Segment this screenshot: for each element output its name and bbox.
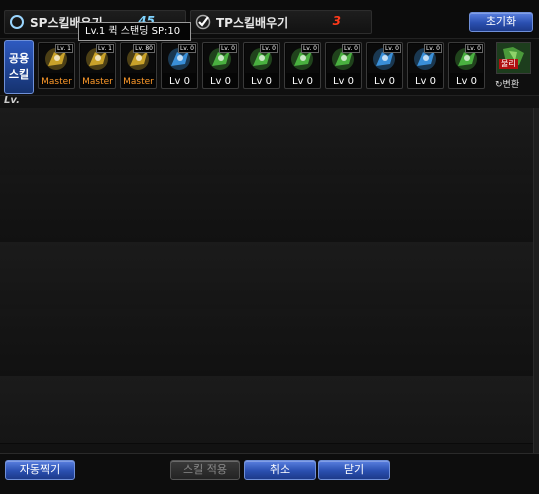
skill-level-text: Master: [82, 77, 113, 87]
skill-level-text: Lv 0: [209, 76, 232, 87]
skill-level-badge: Lv. 0: [382, 44, 401, 53]
skill-level-badge: Lv. 1: [95, 44, 114, 53]
skill-slot[interactable]: Lv. 0 Lv 0: [202, 42, 239, 89]
skill-level-text: Lv 0: [414, 76, 437, 87]
skill-row-band: [0, 242, 539, 310]
skill-slot[interactable]: Lv. 0 Lv 0: [325, 42, 362, 89]
convert-label: ↻변환: [495, 77, 532, 90]
common-skill-label: 공용 스킬: [4, 40, 34, 94]
skill-level-badge: Lv. 0: [423, 44, 442, 53]
skill-slot[interactable]: Lv. 0 Lv 0: [448, 42, 485, 89]
skill-level-badge: Lv. 80: [133, 44, 155, 53]
tp-points-count: 3: [332, 14, 341, 28]
skill-slot[interactable]: Lv. 0 Lv 0: [284, 42, 321, 89]
skill-level-text: Lv 0: [455, 76, 478, 87]
skill-level-badge: Lv. 0: [177, 44, 196, 53]
skill-level-text: Lv 0: [168, 76, 191, 87]
common-skill-label-line2: 스킬: [8, 68, 30, 81]
skill-slot[interactable]: Lv. 0 Lv 0: [243, 42, 280, 89]
level-header-label: Lv.: [4, 95, 20, 106]
skill-list-area: [0, 108, 539, 453]
tab-tp-skill-learn[interactable]: TP스킬배우기 3: [190, 10, 372, 34]
cancel-button[interactable]: 취소: [244, 460, 316, 480]
skill-row-band: [0, 175, 539, 243]
convert-arrow-icon: ↻: [495, 80, 503, 90]
physical-badge: 물리: [499, 59, 518, 69]
skill-level-text: Master: [41, 77, 72, 87]
close-button[interactable]: 닫기: [318, 460, 390, 480]
skill-level-badge: Lv. 0: [218, 44, 237, 53]
physical-convert-icon: [496, 42, 531, 74]
reset-button[interactable]: 초기화: [469, 12, 533, 32]
skill-slot[interactable]: Lv. 0 Lv 0: [407, 42, 444, 89]
convert-text: 변환: [502, 80, 520, 90]
auto-assign-button[interactable]: 자동찍기: [5, 460, 75, 480]
common-skill-label-line1: 공용: [8, 52, 30, 65]
skill-slot[interactable]: Lv. 0 Lv 0: [366, 42, 403, 89]
skill-slot[interactable]: Lv. 80 Master: [120, 42, 157, 89]
skill-slot[interactable]: Lv. 0 Lv 0: [161, 42, 198, 89]
skill-level-text: Lv 0: [373, 76, 396, 87]
skill-level-badge: Lv. 0: [464, 44, 483, 53]
skill-level-text: Lv 0: [291, 76, 314, 87]
skill-slot[interactable]: Lv. 1 Master: [38, 42, 75, 89]
checkmark-icon: [195, 14, 211, 30]
skill-level-badge: Lv. 0: [259, 44, 278, 53]
skill-level-text: Master: [123, 77, 154, 87]
skill-level-badge: Lv. 1: [54, 44, 73, 53]
circle-icon: [10, 15, 24, 29]
skill-slot[interactable]: Lv. 1 Master: [79, 42, 116, 89]
scrollbar[interactable]: [533, 108, 539, 453]
skill-level-text: Lv 0: [332, 76, 355, 87]
apply-skill-button[interactable]: 스킬 적용: [170, 460, 240, 480]
skill-row-band: [0, 108, 539, 176]
skill-row-band: [0, 309, 539, 377]
skill-tooltip: Lv.1 퀵 스탠딩 SP:10: [78, 22, 191, 41]
skill-level-badge: Lv. 0: [341, 44, 360, 53]
convert-skill-slot[interactable]: 물리 ↻변환: [495, 42, 532, 90]
skill-level-text: Lv 0: [250, 76, 273, 87]
tab-tp-label: TP스킬배우기: [216, 16, 289, 30]
skill-row-band: [0, 376, 539, 444]
skill-level-badge: Lv. 0: [300, 44, 319, 53]
